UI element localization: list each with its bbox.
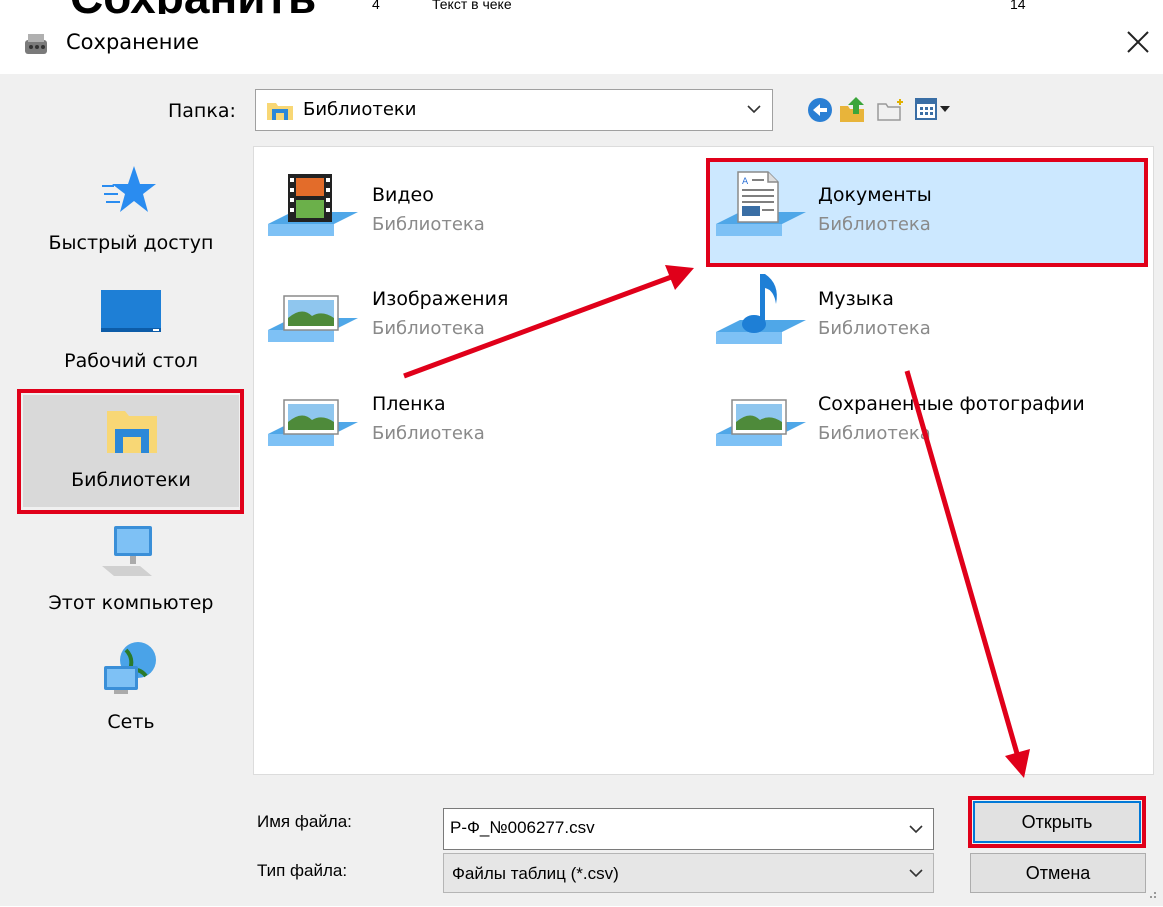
annotation-arrows (403, 265, 1030, 778)
annotation-arrow-to-open (904, 370, 1030, 778)
annotation-arrow-to-documents (403, 265, 694, 379)
